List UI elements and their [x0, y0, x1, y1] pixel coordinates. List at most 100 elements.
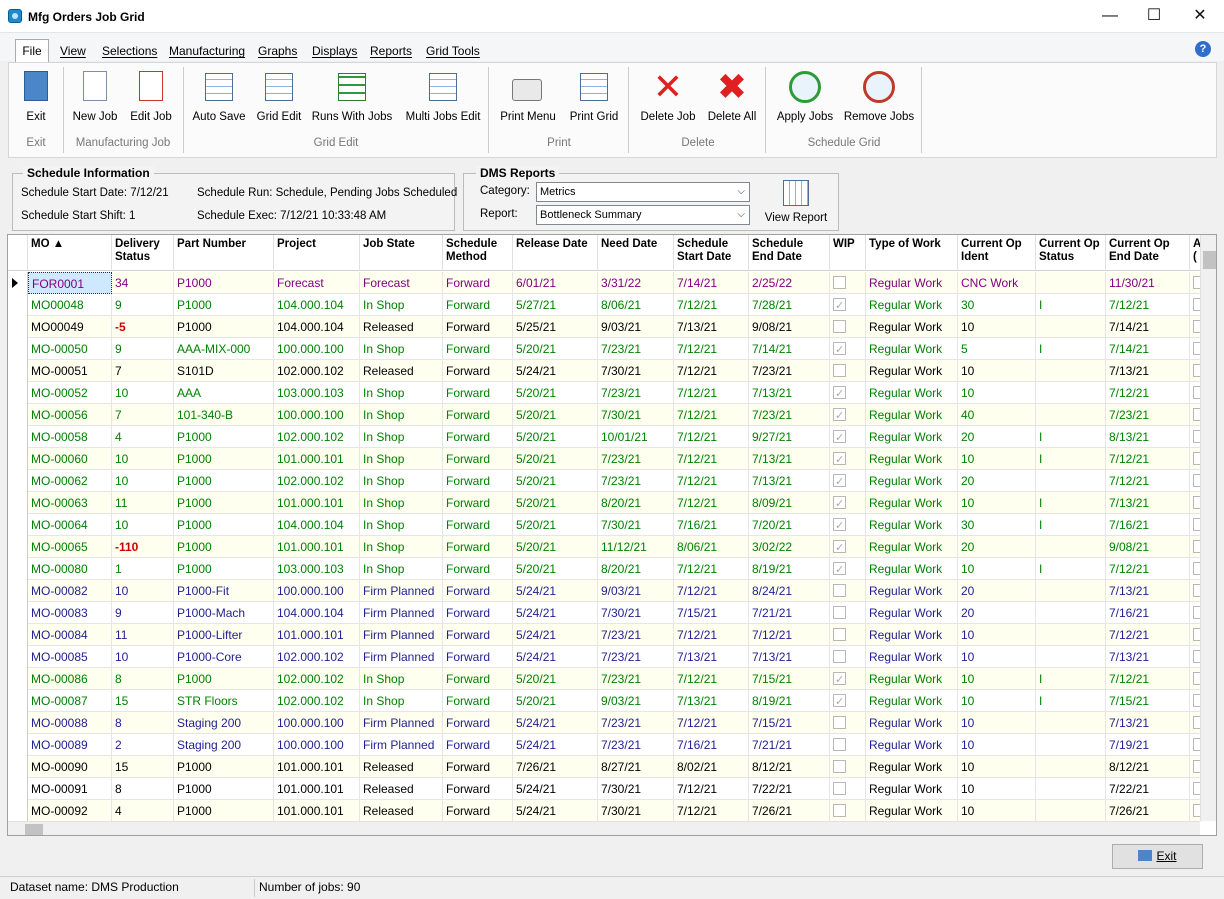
cell-schedule-start-date[interactable]: 7/13/21	[674, 646, 749, 668]
cell-current-op-status[interactable]	[1036, 646, 1106, 668]
table-row[interactable]: MO-00086 8 P1000 102.000.102 In Shop Forward 5…	[8, 668, 1202, 690]
cell-schedule-end-date[interactable]: 7/13/21	[749, 382, 830, 404]
cell-job-state[interactable]: Released	[360, 756, 443, 778]
cell-schedule-end-date[interactable]: 7/26/21	[749, 800, 830, 822]
cell-need-date[interactable]: 7/30/21	[598, 800, 674, 822]
cell-project[interactable]: 104.000.104	[274, 294, 360, 316]
cell-current-op-status[interactable]	[1036, 470, 1106, 492]
cell-release-date[interactable]: 5/20/21	[513, 426, 598, 448]
cell-schedule-end-date[interactable]: 7/13/21	[749, 646, 830, 668]
cell-delivery-status[interactable]: 8	[112, 668, 174, 690]
cell-schedule-start-date[interactable]: 7/13/21	[674, 316, 749, 338]
cell-type-of-work[interactable]: Regular Work	[866, 536, 958, 558]
cell-project[interactable]: 100.000.100	[274, 734, 360, 756]
wip-checkbox[interactable]	[833, 628, 846, 641]
horizontal-scrollbar[interactable]	[8, 821, 1200, 835]
wip-checkbox[interactable]	[833, 691, 846, 712]
cell-schedule-method[interactable]: Forward	[443, 690, 513, 712]
cell-type-of-work[interactable]: Regular Work	[866, 646, 958, 668]
column-header-job-state[interactable]: Job State	[360, 235, 443, 271]
cell-job-state[interactable]: Firm Planned	[360, 646, 443, 668]
cell-mo[interactable]: MO-00080	[28, 558, 112, 580]
cell-type-of-work[interactable]: Regular Work	[866, 294, 958, 316]
cell-current-op-ident[interactable]: 5	[958, 338, 1036, 360]
cell-type-of-work[interactable]: Regular Work	[866, 800, 958, 822]
cell-part-number[interactable]: P1000	[174, 272, 274, 294]
table-row[interactable]: MO-00091 8 P1000 101.000.101 Released Forward…	[8, 778, 1202, 800]
cell-current-op-status[interactable]: I	[1036, 690, 1106, 712]
wip-checkbox[interactable]	[833, 276, 846, 289]
cell-release-date[interactable]: 5/24/21	[513, 602, 598, 624]
cell-project[interactable]: 104.000.104	[274, 514, 360, 536]
cell-type-of-work[interactable]: Regular Work	[866, 558, 958, 580]
cell-part-number[interactable]: P1000	[174, 426, 274, 448]
cell-current-op-end-date[interactable]: 7/12/21	[1106, 382, 1190, 404]
cell-schedule-method[interactable]: Forward	[443, 800, 513, 822]
cell-schedule-method[interactable]: Forward	[443, 734, 513, 756]
cell-delivery-status[interactable]: -5	[112, 316, 174, 338]
cell-delivery-status[interactable]: 8	[112, 712, 174, 734]
cell-project[interactable]: 101.000.101	[274, 778, 360, 800]
menu-graphs[interactable]: Graphs	[258, 44, 297, 58]
cell-wip[interactable]	[830, 712, 866, 734]
cell-job-state[interactable]: Firm Planned	[360, 580, 443, 602]
row-indicator[interactable]	[8, 756, 28, 778]
cell-current-op-status[interactable]: I	[1036, 492, 1106, 514]
cell-wip[interactable]	[830, 492, 866, 514]
cell-current-op-status[interactable]	[1036, 712, 1106, 734]
cell-delivery-status[interactable]: 4	[112, 426, 174, 448]
cell-schedule-end-date[interactable]: 7/13/21	[749, 470, 830, 492]
cell-current-op-ident[interactable]: 10	[958, 778, 1036, 800]
cell-current-op-end-date[interactable]: 7/13/21	[1106, 580, 1190, 602]
cell-delivery-status[interactable]: 10	[112, 646, 174, 668]
cell-schedule-start-date[interactable]: 7/12/21	[674, 294, 749, 316]
table-row[interactable]: MO-00064 10 P1000 104.000.104 In Shop Forward…	[8, 514, 1202, 536]
cell-schedule-end-date[interactable]: 7/14/21	[749, 338, 830, 360]
menu-reports[interactable]: Reports	[370, 44, 412, 58]
wip-checkbox[interactable]	[833, 559, 846, 580]
table-row[interactable]: MO-00056 7 101-340-B 100.000.100 In Shop Forw…	[8, 404, 1202, 426]
cell-current-op-end-date[interactable]: 7/14/21	[1106, 316, 1190, 338]
cell-release-date[interactable]: 5/24/21	[513, 360, 598, 382]
cell-current-op-status[interactable]	[1036, 624, 1106, 646]
row-indicator[interactable]	[8, 668, 28, 690]
wip-checkbox[interactable]	[833, 295, 846, 316]
cell-project[interactable]: 100.000.100	[274, 338, 360, 360]
print-menu-button[interactable]: Print Menu	[495, 67, 561, 129]
cell-current-op-end-date[interactable]: 7/16/21	[1106, 602, 1190, 624]
cell-job-state[interactable]: Released	[360, 778, 443, 800]
cell-wip[interactable]	[830, 338, 866, 360]
cell-current-op-end-date[interactable]: 7/12/21	[1106, 624, 1190, 646]
cell-wip[interactable]	[830, 624, 866, 646]
exit-button[interactable]: Exit	[1112, 844, 1203, 869]
cell-current-op-ident[interactable]: 10	[958, 800, 1036, 822]
column-header-schedule-end-date[interactable]: Schedule End Date	[749, 235, 830, 271]
cell-job-state[interactable]: In Shop	[360, 668, 443, 690]
cell-wip[interactable]	[830, 756, 866, 778]
cell-part-number[interactable]: P1000	[174, 558, 274, 580]
cell-job-state[interactable]: In Shop	[360, 404, 443, 426]
cell-schedule-method[interactable]: Forward	[443, 382, 513, 404]
cell-wip[interactable]	[830, 558, 866, 580]
cell-current-op-status[interactable]	[1036, 360, 1106, 382]
cell-part-number[interactable]: AAA	[174, 382, 274, 404]
table-row[interactable]: FOR0001 34 P1000 Forecast Forecast Forward 6/0…	[8, 272, 1202, 294]
cell-release-date[interactable]: 5/20/21	[513, 382, 598, 404]
cell-current-op-ident[interactable]: 30	[958, 514, 1036, 536]
wip-checkbox[interactable]	[833, 515, 846, 536]
cell-project[interactable]: 102.000.102	[274, 470, 360, 492]
cell-current-op-ident[interactable]: 40	[958, 404, 1036, 426]
cell-mo[interactable]: MO-00087	[28, 690, 112, 712]
cell-part-number[interactable]: P1000-Fit	[174, 580, 274, 602]
column-header-delivery-status[interactable]: Delivery Status	[112, 235, 174, 271]
cell-schedule-start-date[interactable]: 8/06/21	[674, 536, 749, 558]
table-row[interactable]: MO-00083 9 P1000-Mach 104.000.104 Firm Plann…	[8, 602, 1202, 624]
cell-type-of-work[interactable]: Regular Work	[866, 382, 958, 404]
cell-need-date[interactable]: 7/23/21	[598, 382, 674, 404]
cell-current-op-ident[interactable]: 20	[958, 470, 1036, 492]
horizontal-scroll-thumb[interactable]	[25, 824, 43, 835]
menu-file[interactable]: File	[15, 39, 49, 63]
cell-mo[interactable]: MO-00083	[28, 602, 112, 624]
row-indicator[interactable]	[8, 624, 28, 646]
cell-current-op-ident[interactable]: 10	[958, 712, 1036, 734]
